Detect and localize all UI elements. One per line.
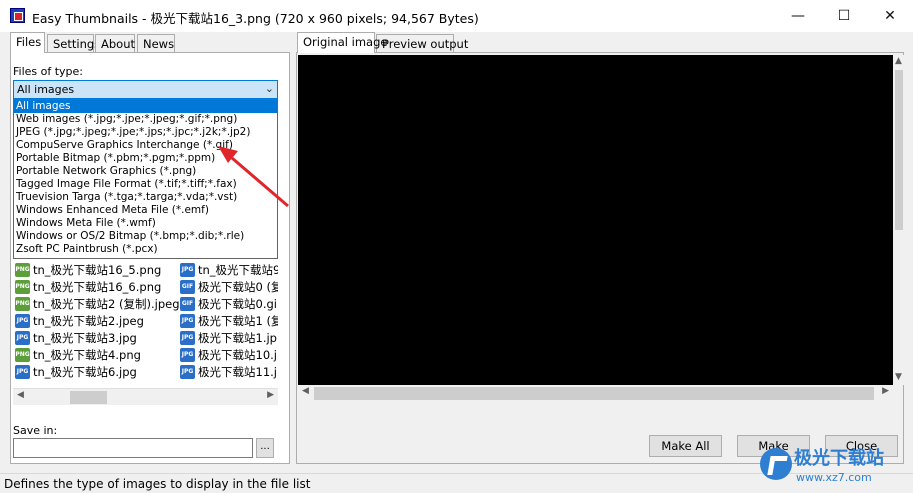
annotation-arrow-icon <box>218 146 289 208</box>
annotation-arrow-shaft <box>231 156 289 208</box>
